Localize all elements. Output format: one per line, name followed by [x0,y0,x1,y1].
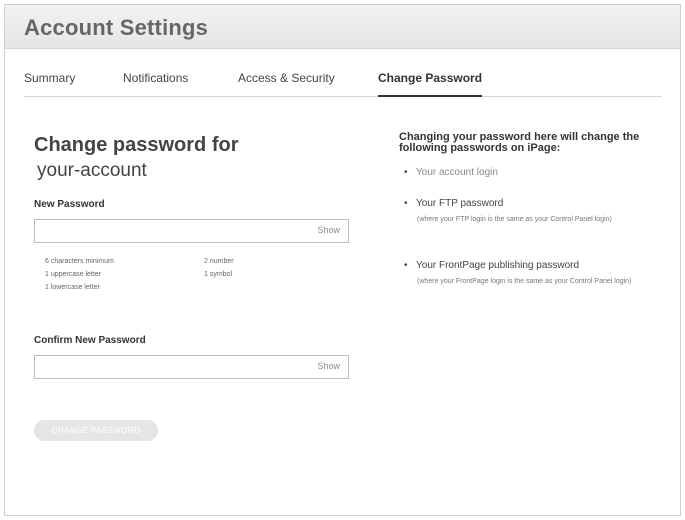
requirement-item: 6 characters minimum [45,258,114,265]
new-password-field-wrapper: Show [34,219,349,243]
page-title: Account Settings [24,15,209,40]
settings-window: Account Settings Summary Notifications A… [4,4,681,516]
requirement-item: 1 lowercase letter [45,284,100,291]
requirement-item: 2 number [204,258,234,265]
new-password-show-toggle[interactable]: Show [317,225,340,235]
confirm-password-label: Confirm New Password [34,335,146,346]
tab-notifications[interactable]: Notifications [123,71,188,97]
form-title: Change password for [34,134,239,156]
confirm-password-input[interactable] [35,356,348,378]
info-item-label: Your FrontPage publishing password [416,260,580,271]
bullet-dot-icon: • [404,260,408,271]
tab-change-password[interactable]: Change Password [378,71,483,97]
confirm-password-show-toggle[interactable]: Show [317,361,340,371]
info-item-note: (where your FTP login is the same as you… [417,216,612,223]
tab-access-security[interactable]: Access & Security [238,71,335,97]
requirement-item: 1 symbol [204,271,233,278]
bullet-dot-icon: • [404,198,408,209]
info-item-label: Your FTP password [416,198,504,209]
requirement-item: 1 uppercase letter [45,271,102,278]
info-item-label: Your account login [416,167,498,178]
tab-summary[interactable]: Summary [24,71,75,97]
change-password-button[interactable]: CHANGE PASSWORD [34,420,158,441]
new-password-input[interactable] [35,220,348,242]
info-item-note: (where your FrontPage login is the same … [417,278,632,285]
page-header: Account Settings [5,5,680,49]
account-name: your-account [37,160,147,181]
tab-bar: Summary Notifications Access & Security … [24,67,662,97]
info-heading: Changing your password here will change … [399,131,640,154]
confirm-password-field-wrapper: Show [34,355,349,379]
bullet-dot-icon: • [404,167,408,178]
new-password-label: New Password [34,199,105,210]
